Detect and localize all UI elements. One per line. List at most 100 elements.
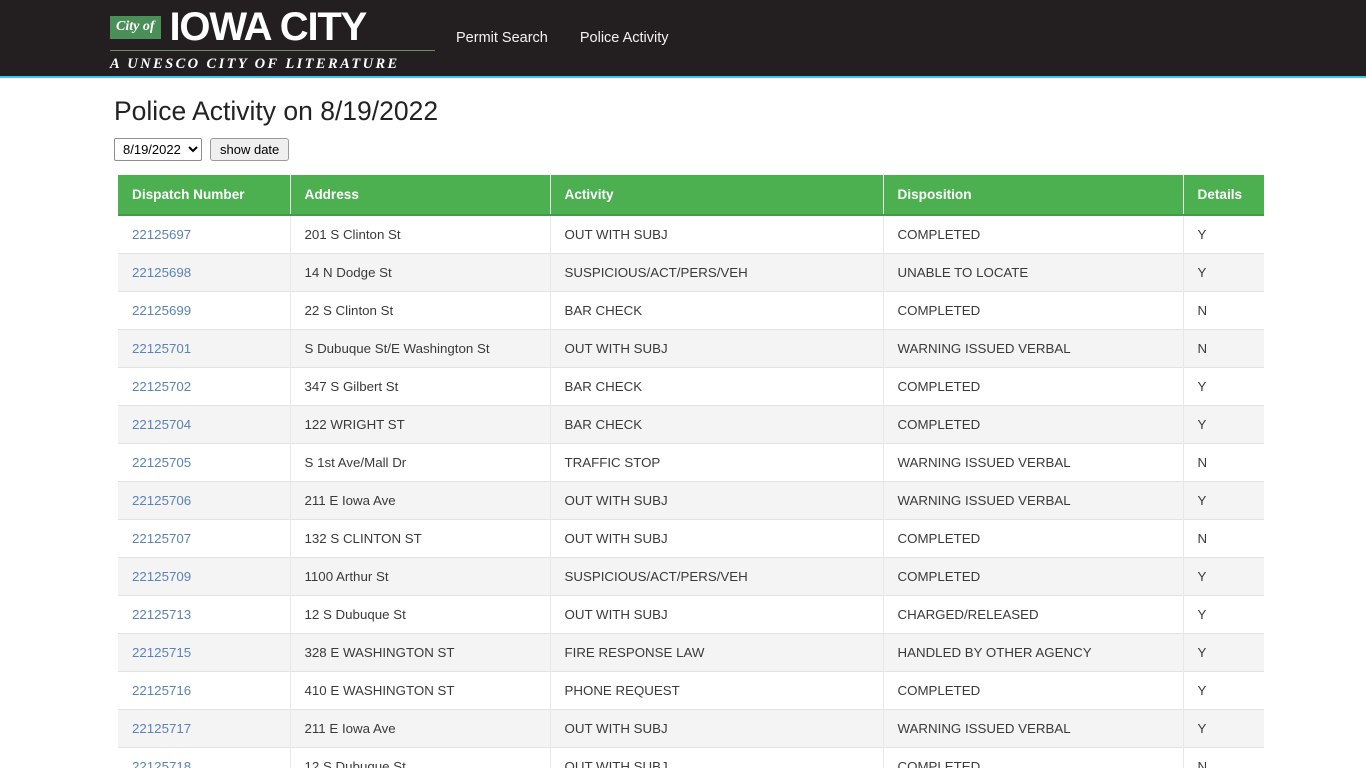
cell-disposition: COMPLETED bbox=[883, 670, 1184, 710]
cell-address: S Dubuque St/E Washington St bbox=[290, 328, 551, 368]
cell-disposition: WARNING ISSUED VERBAL bbox=[883, 708, 1184, 748]
column-header-activity[interactable]: Activity bbox=[550, 174, 884, 216]
cell-activity: OUT WITH SUBJ bbox=[550, 214, 884, 254]
brand-wordmark-row: City of IOWA CITY bbox=[110, 5, 440, 49]
cell-dispatch-number: 22125698 bbox=[118, 252, 291, 292]
dispatch-number-link[interactable]: 22125704 bbox=[132, 417, 191, 432]
cell-activity: BAR CHECK bbox=[550, 366, 884, 406]
date-controls: 8/19/2022 show date bbox=[114, 137, 1366, 161]
dispatch-number-link[interactable]: 22125697 bbox=[132, 227, 191, 242]
cell-dispatch-number: 22125704 bbox=[118, 404, 291, 444]
table-row: 22125702 347 S Gilbert St BAR CHECK COMPLET… bbox=[118, 366, 1264, 406]
cell-dispatch-number: 22125713 bbox=[118, 594, 291, 634]
date-select[interactable]: 8/19/2022 bbox=[114, 137, 202, 161]
cell-address: 12 S Dubuque St bbox=[290, 746, 551, 768]
dispatch-number-link[interactable]: 22125699 bbox=[132, 303, 191, 318]
cell-address: 211 E Iowa Ave bbox=[290, 708, 551, 748]
dispatch-number-link[interactable]: 22125705 bbox=[132, 455, 191, 470]
table-row: 22125701 S Dubuque St/E Washington St OUT … bbox=[118, 328, 1264, 368]
cell-dispatch-number: 22125699 bbox=[118, 290, 291, 330]
cell-disposition: HANDLED BY OTHER AGENCY bbox=[883, 632, 1184, 672]
cell-disposition: WARNING ISSUED VERBAL bbox=[883, 480, 1184, 520]
cell-disposition: CHARGED/RELEASED bbox=[883, 594, 1184, 634]
dispatch-number-link[interactable]: 22125709 bbox=[132, 569, 191, 584]
cell-activity: FIRE RESPONSE LAW bbox=[550, 632, 884, 672]
site-navbar: City of IOWA CITY A UNESCO CITY OF LITER… bbox=[0, 0, 1366, 78]
cell-details: Y bbox=[1183, 556, 1264, 596]
police-activity-table-wrap: Dispatch Number Address Activity Disposi… bbox=[118, 174, 1264, 768]
cell-address: 122 WRIGHT ST bbox=[290, 404, 551, 444]
cell-address: 132 S CLINTON ST bbox=[290, 518, 551, 558]
cell-details: Y bbox=[1183, 708, 1264, 748]
cell-address: 12 S Dubuque St bbox=[290, 594, 551, 634]
column-header-dispatch-number[interactable]: Dispatch Number bbox=[118, 174, 291, 216]
cell-activity: SUSPICIOUS/ACT/PERS/VEH bbox=[550, 252, 884, 292]
dispatch-number-link[interactable]: 22125716 bbox=[132, 683, 191, 698]
cell-address: 14 N Dodge St bbox=[290, 252, 551, 292]
cell-dispatch-number: 22125718 bbox=[118, 746, 291, 768]
dispatch-number-link[interactable]: 22125706 bbox=[132, 493, 191, 508]
cell-dispatch-number: 22125715 bbox=[118, 632, 291, 672]
dispatch-number-link[interactable]: 22125713 bbox=[132, 607, 191, 622]
table-row: 22125706 211 E Iowa Ave OUT WITH SUBJ WARNI… bbox=[118, 480, 1264, 520]
table-row: 22125717 211 E Iowa Ave OUT WITH SUBJ WARNI… bbox=[118, 708, 1264, 748]
dispatch-number-link[interactable]: 22125701 bbox=[132, 341, 191, 356]
dispatch-number-link[interactable]: 22125715 bbox=[132, 645, 191, 660]
primary-nav: Permit Search Police Activity bbox=[456, 0, 669, 46]
cell-disposition: UNABLE TO LOCATE bbox=[883, 252, 1184, 292]
nav-link-permit-search[interactable]: Permit Search bbox=[456, 30, 548, 46]
dispatch-number-link[interactable]: 22125718 bbox=[132, 759, 191, 768]
page-title: Police Activity on 8/19/2022 bbox=[114, 96, 439, 126]
brand-divider-rule bbox=[110, 50, 435, 51]
cell-details: N bbox=[1183, 518, 1264, 558]
dispatch-number-link[interactable]: 22125698 bbox=[132, 265, 191, 280]
cell-activity: OUT WITH SUBJ bbox=[550, 708, 884, 748]
cell-details: Y bbox=[1183, 480, 1264, 520]
cell-details: N bbox=[1183, 328, 1264, 368]
table-body: 22125697 201 S Clinton St OUT WITH SUBJ COM… bbox=[118, 214, 1264, 768]
cell-activity: PHONE REQUEST bbox=[550, 670, 884, 710]
cell-details: N bbox=[1183, 746, 1264, 768]
show-date-button[interactable]: show date bbox=[210, 137, 290, 161]
cell-dispatch-number: 22125717 bbox=[118, 708, 291, 748]
cell-disposition: WARNING ISSUED VERBAL bbox=[883, 328, 1184, 368]
table-row: 22125715 328 E WASHINGTON ST FIRE RESPONSE… bbox=[118, 632, 1264, 672]
cell-details: Y bbox=[1183, 214, 1264, 254]
table-row: 22125704 122 WRIGHT ST BAR CHECK COMPLETED Y bbox=[118, 404, 1264, 444]
cell-dispatch-number: 22125716 bbox=[118, 670, 291, 710]
cell-activity: SUSPICIOUS/ACT/PERS/VEH bbox=[550, 556, 884, 596]
nav-link-police-activity[interactable]: Police Activity bbox=[580, 30, 669, 46]
cell-disposition: COMPLETED bbox=[883, 214, 1184, 254]
cell-details: Y bbox=[1183, 632, 1264, 672]
cell-details: Y bbox=[1183, 252, 1264, 292]
column-header-disposition[interactable]: Disposition bbox=[883, 174, 1184, 216]
cell-disposition: COMPLETED bbox=[883, 746, 1184, 768]
cell-disposition: COMPLETED bbox=[883, 290, 1184, 330]
iowa-city-wordmark: IOWA CITY bbox=[169, 5, 368, 49]
cell-activity: OUT WITH SUBJ bbox=[550, 746, 884, 768]
brand-tagline: A UNESCO CITY OF LITERATURE bbox=[110, 56, 400, 72]
cell-details: N bbox=[1183, 290, 1264, 330]
cell-dispatch-number: 22125705 bbox=[118, 442, 291, 482]
cell-disposition: COMPLETED bbox=[883, 556, 1184, 596]
column-header-address[interactable]: Address bbox=[290, 174, 551, 216]
cell-address: 22 S Clinton St bbox=[290, 290, 551, 330]
table-row: 22125705 S 1st Ave/Mall Dr TRAFFIC STOP WAR… bbox=[118, 442, 1264, 482]
dispatch-number-link[interactable]: 22125702 bbox=[132, 379, 191, 394]
cell-activity: OUT WITH SUBJ bbox=[550, 518, 884, 558]
cell-address: 410 E WASHINGTON ST bbox=[290, 670, 551, 710]
police-activity-table: Dispatch Number Address Activity Disposi… bbox=[118, 174, 1264, 768]
cell-dispatch-number: 22125697 bbox=[118, 214, 291, 254]
cell-activity: OUT WITH SUBJ bbox=[550, 594, 884, 634]
cell-address: 201 S Clinton St bbox=[290, 214, 551, 254]
city-of-badge: City of bbox=[110, 15, 161, 39]
column-header-details[interactable]: Details bbox=[1183, 174, 1264, 216]
cell-activity: TRAFFIC STOP bbox=[550, 442, 884, 482]
dispatch-number-link[interactable]: 22125717 bbox=[132, 721, 191, 736]
site-brand-logo[interactable]: City of IOWA CITY A UNESCO CITY OF LITER… bbox=[110, 0, 440, 73]
cell-address: 1100 Arthur St bbox=[290, 556, 551, 596]
table-row: 22125697 201 S Clinton St OUT WITH SUBJ COM… bbox=[118, 214, 1264, 254]
dispatch-number-link[interactable]: 22125707 bbox=[132, 531, 191, 546]
cell-activity: BAR CHECK bbox=[550, 404, 884, 444]
cell-disposition: COMPLETED bbox=[883, 404, 1184, 444]
